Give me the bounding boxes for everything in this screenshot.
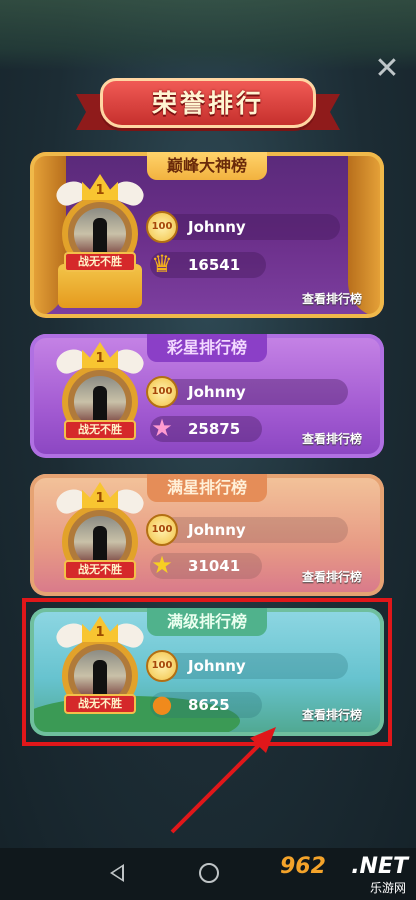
pointer-arrow xyxy=(170,727,276,834)
back-icon[interactable] xyxy=(110,864,124,882)
home-icon[interactable] xyxy=(199,863,219,883)
watermark-cn: 乐游网 xyxy=(369,881,406,895)
watermark: 962 .NET 乐游网 xyxy=(280,854,410,895)
watermark-logo: 962 xyxy=(280,854,326,879)
system-nav-bar: 962 .NET 乐游网 xyxy=(0,848,416,900)
watermark-site: .NET xyxy=(351,854,408,879)
